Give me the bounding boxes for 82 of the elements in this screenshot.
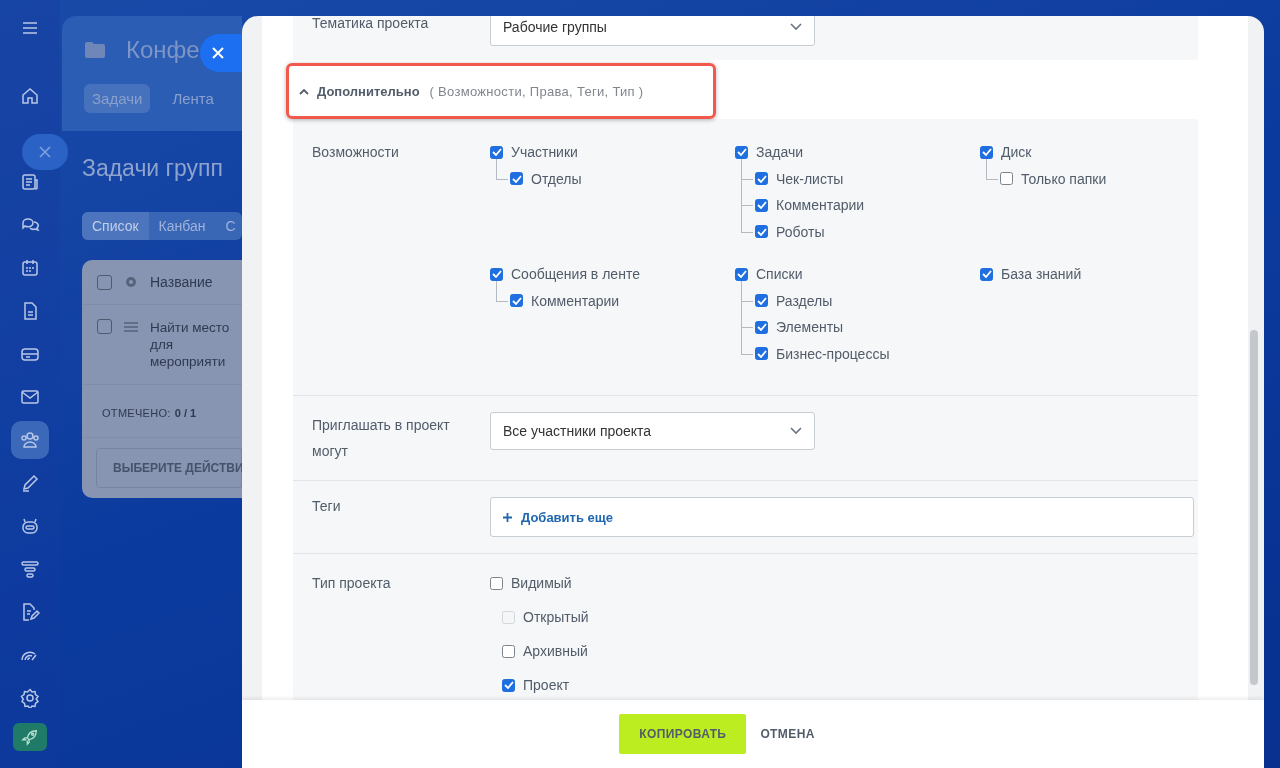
checkmark-icon	[736, 148, 747, 157]
checkmark-icon	[503, 681, 514, 690]
type-checkbox[interactable]: Архивный	[502, 638, 589, 665]
rocket-button[interactable]	[13, 723, 47, 751]
marked-count: 0 / 1	[174, 407, 197, 421]
checkmark-icon	[981, 270, 992, 279]
funnel-icon	[20, 558, 40, 579]
pen-icon	[20, 472, 40, 493]
marked-label: ОТМЕЧЕНО:	[102, 407, 171, 421]
type-checkbox[interactable]: Проект	[502, 672, 589, 699]
feature-checkbox[interactable]: Элементы	[755, 314, 980, 341]
checkmark-icon	[756, 174, 767, 183]
chevron-down-icon	[790, 23, 802, 31]
home-icon	[20, 85, 40, 106]
group-title: Конфе	[126, 36, 200, 64]
copy-button[interactable]: КОПИРОВАТЬ	[619, 714, 747, 754]
checkmark-icon	[756, 349, 767, 358]
chevron-icon	[299, 87, 309, 95]
feature-checkbox[interactable]: Списки	[735, 261, 980, 288]
checkmark-icon	[756, 227, 767, 236]
row-checkbox[interactable]	[97, 319, 112, 334]
type-checkbox[interactable]: Видимый	[490, 570, 589, 597]
tags-field[interactable]: Добавить еще	[490, 497, 1194, 537]
calendar-icon	[20, 257, 40, 278]
section-toggle[interactable]: Дополнительно	[299, 83, 420, 99]
checkmark-icon	[756, 323, 767, 332]
section-hint: ( Возможности, Права, Теги, Тип )	[429, 83, 644, 99]
field-label: Тип проекта	[312, 574, 392, 593]
scrollbar[interactable]	[1250, 330, 1258, 685]
tree-line	[986, 158, 998, 180]
theme-select[interactable]: Рабочие группы	[490, 16, 815, 46]
close-button[interactable]	[22, 134, 68, 170]
news-icon	[20, 171, 40, 192]
task-title[interactable]: Найти место	[150, 319, 230, 336]
feature-checkbox[interactable]: Бизнес-процессы	[755, 340, 980, 367]
chevron-down-icon	[790, 427, 802, 435]
add-tag-link[interactable]: Добавить еще	[503, 509, 613, 525]
sidebar-item[interactable]	[11, 420, 49, 459]
feature-checkbox[interactable]: Чек-листы	[755, 165, 980, 192]
field-label: Теги	[312, 497, 342, 516]
close-icon	[38, 145, 52, 159]
close-icon	[211, 46, 225, 60]
checkmark-icon	[511, 174, 522, 183]
checkmark-icon	[736, 270, 747, 279]
column-header[interactable]: Название	[150, 274, 213, 290]
close-button[interactable]	[200, 34, 242, 72]
tree-line	[496, 158, 508, 180]
checkmark-icon	[756, 201, 767, 210]
tree-line	[496, 280, 508, 302]
drag-handle-icon[interactable]	[124, 322, 138, 332]
checkmark-icon	[511, 296, 522, 305]
plus-icon	[503, 512, 512, 522]
field-label: Возможности	[312, 143, 400, 162]
folder-icon	[84, 41, 106, 59]
gear-icon	[20, 687, 40, 708]
feature-checkbox[interactable]: Отделы	[510, 165, 735, 192]
feature-checkbox[interactable]: Комментарии	[755, 192, 980, 219]
task-title[interactable]: для	[150, 336, 230, 353]
row-checkbox[interactable]	[97, 274, 112, 290]
docedit-icon	[20, 601, 40, 622]
checkmark-icon	[756, 296, 767, 305]
feature-checkbox[interactable]: Участники	[490, 139, 735, 166]
feature-checkbox[interactable]: Роботы	[755, 218, 980, 245]
feature-checkbox[interactable]: Комментарии	[510, 287, 735, 314]
feature-checkbox[interactable]: Только папки	[1000, 165, 1180, 192]
feature-checkbox[interactable]: Диск	[980, 139, 1180, 166]
cancel-button[interactable]: ОТМЕНА	[748, 714, 827, 754]
checkmark-icon	[491, 270, 502, 279]
people-icon	[20, 429, 40, 450]
feature-checkbox[interactable]: База знаний	[980, 261, 1180, 288]
checkmark-icon	[491, 148, 502, 157]
invite-select[interactable]: Все участники проекта	[490, 412, 815, 450]
rocket-icon	[21, 728, 39, 746]
task-title[interactable]: мероприяти	[150, 353, 230, 370]
feature-checkbox[interactable]: Задачи	[735, 139, 980, 166]
feature-checkbox[interactable]: Разделы	[755, 287, 980, 314]
checkmark-icon	[981, 148, 992, 157]
page-heading: Задачи групп	[82, 155, 224, 182]
field-label: Приглашать в проект могут	[312, 416, 451, 461]
field-label: Тематика проекта	[312, 16, 430, 33]
feature-checkbox[interactable]: Сообщения в ленте	[490, 261, 735, 288]
sidebar-item[interactable]	[19, 686, 41, 709]
